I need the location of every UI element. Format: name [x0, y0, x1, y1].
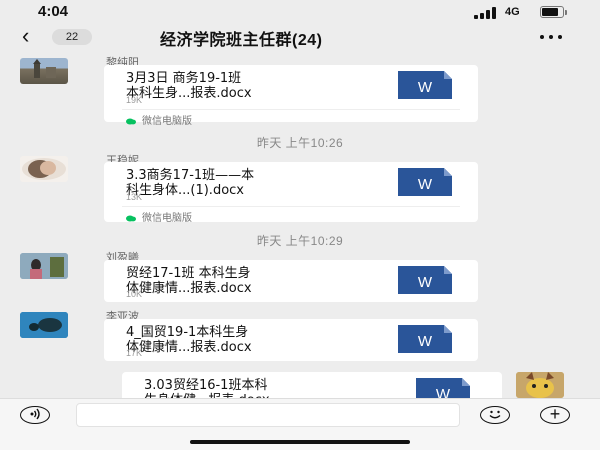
back-chevron-icon[interactable]: ‹: [22, 24, 29, 48]
word-doc-icon: W: [398, 325, 452, 353]
sender-avatar[interactable]: [20, 58, 68, 84]
file-message-card[interactable]: 3.3商务17-1班——本 科生身体...(1).docx 13K W 微信电脑…: [104, 162, 478, 224]
file-name: 4_国贸19-1本科生身 体健康情...报表.docx: [126, 325, 252, 355]
svg-text:W: W: [418, 333, 433, 350]
wechat-pc-icon: [126, 118, 136, 125]
message-input[interactable]: [76, 403, 460, 427]
svg-text:W: W: [436, 386, 451, 398]
source-text: 微信电脑版: [142, 213, 192, 224]
file-message-card[interactable]: 3.03贸经16-1班本科 生身体健...报表.docx W: [122, 372, 502, 398]
emoji-icon[interactable]: [480, 406, 510, 424]
word-doc-icon: W: [398, 168, 452, 196]
file-name: 3.03贸经16-1班本科 生身体健...报表.docx: [144, 378, 270, 398]
more-dots-icon[interactable]: [540, 35, 562, 40]
chat-title: 经济学院班主任群(24): [160, 32, 323, 49]
signal-icon: [474, 7, 496, 19]
source-text: 微信电脑版: [142, 116, 192, 127]
battery-level: [542, 8, 558, 16]
word-doc-icon: W: [416, 378, 470, 398]
home-indicator[interactable]: [190, 440, 410, 444]
sender-avatar[interactable]: [20, 156, 68, 182]
network-type: 4G: [505, 6, 520, 18]
status-time: 4:04: [38, 3, 69, 20]
time-separator: 昨天 上午10:29: [256, 234, 344, 248]
file-size: 17K: [126, 348, 143, 358]
battery-icon: [540, 6, 567, 18]
file-message-card[interactable]: 贸经17-1班 本科生身 体健康情...报表.docx 10K W: [104, 260, 478, 302]
sender-avatar[interactable]: [20, 253, 68, 279]
svg-text:W: W: [418, 176, 433, 193]
file-name: 贸经17-1班 本科生身 体健康情...报表.docx: [126, 266, 252, 296]
wechat-pc-icon: [126, 215, 136, 222]
status-bar: 4:04 4G: [0, 0, 600, 24]
file-name: 3月3日 商务19-1班 本科生身...报表.docx: [126, 71, 252, 101]
time-separator: 昨天 上午10:26: [256, 136, 344, 150]
file-size: 13K: [126, 192, 143, 202]
svg-text:W: W: [418, 274, 433, 291]
file-message-card[interactable]: 3月3日 商务19-1班 本科生身...报表.docx 19K W 微信电脑版: [104, 65, 478, 127]
file-name: 3.3商务17-1班——本 科生身体...(1).docx: [126, 168, 255, 198]
voice-icon[interactable]: [20, 406, 50, 424]
source-label: 微信电脑版: [126, 209, 192, 224]
chat-header: ‹ 22 经济学院班主任群(24): [0, 24, 600, 50]
file-size: 10K: [126, 289, 143, 299]
source-label: 微信电脑版: [126, 112, 192, 127]
self-avatar[interactable]: [516, 372, 564, 398]
message-list[interactable]: 黎纯阳 3月3日 商务19-1班 本科生身...报表.docx 19K W 微信…: [0, 50, 600, 398]
plus-icon[interactable]: +: [540, 405, 570, 424]
file-size: 19K: [126, 95, 143, 105]
word-doc-icon: W: [398, 266, 452, 294]
back-unread-badge[interactable]: 22: [52, 29, 92, 45]
svg-text:W: W: [418, 79, 433, 96]
word-doc-icon: W: [398, 71, 452, 99]
input-bar: +: [0, 398, 600, 450]
file-message-card[interactable]: 4_国贸19-1本科生身 体健康情...报表.docx 17K W: [104, 319, 478, 361]
sender-avatar[interactable]: [20, 312, 68, 338]
